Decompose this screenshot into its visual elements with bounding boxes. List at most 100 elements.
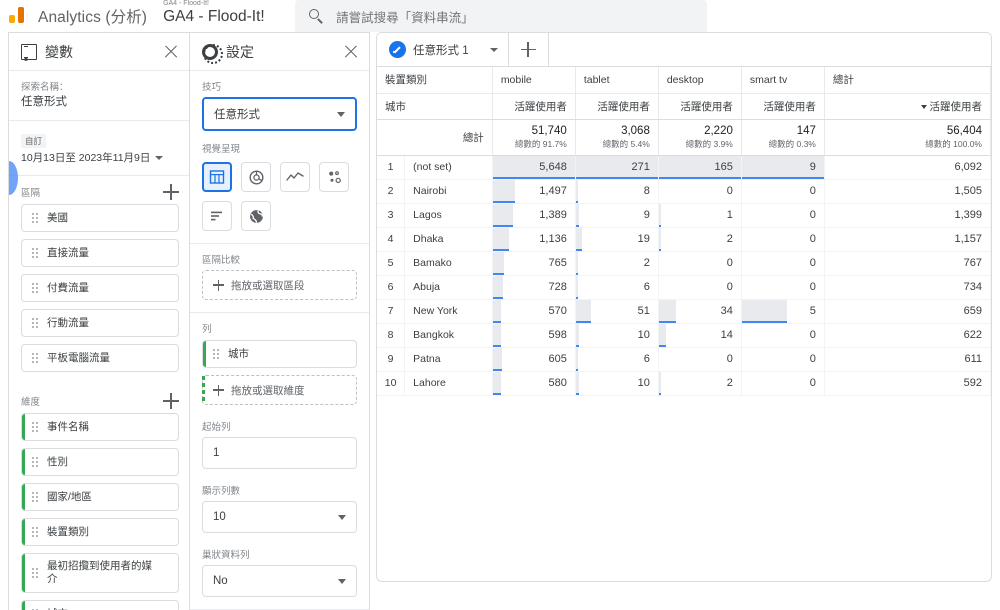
add-icon xyxy=(213,384,224,396)
date-range-section[interactable]: 自訂 10月13日至 2023年11月9日 xyxy=(9,121,189,176)
cell-bar-background xyxy=(492,371,502,393)
drag-handle-icon[interactable] xyxy=(32,212,39,224)
dimension-item[interactable]: 事件名稱 xyxy=(21,413,179,441)
start-row-input[interactable]: 1 xyxy=(202,437,357,469)
rows-dimension-item[interactable]: 城市 xyxy=(202,340,357,368)
segment-item-label: 行動流量 xyxy=(47,316,89,329)
dimension-item[interactable]: 國家/地區 xyxy=(21,483,179,511)
cell-bar-background xyxy=(575,299,592,321)
rows-dropzone[interactable]: 拖放或選取維度 xyxy=(202,375,357,405)
dimension-item[interactable]: 最初招攬到使用者的媒介 xyxy=(21,553,179,593)
cell-total: 1,157 xyxy=(824,227,991,252)
date-range-picker[interactable]: 10月13日至 2023年11月9日 xyxy=(21,150,177,165)
drag-handle-icon[interactable] xyxy=(213,348,220,360)
table-row[interactable]: 5 Bamako 765 2 0 0 767 xyxy=(377,251,991,276)
show-rows-select[interactable]: 10 xyxy=(202,501,357,533)
row-city[interactable]: Lahore xyxy=(404,371,493,396)
metric-header-mobile[interactable]: 活躍使用者 xyxy=(492,93,576,120)
chevron-down-icon[interactable] xyxy=(489,47,498,52)
table-row[interactable]: 4 Dhaka 1,136 19 2 0 1,157 xyxy=(377,227,991,252)
geo-map-viz-icon[interactable] xyxy=(241,201,271,231)
column-header-total[interactable]: 總計 xyxy=(824,67,991,94)
table-row[interactable]: 10 Lahore 580 10 2 0 592 xyxy=(377,371,991,396)
cell-total: 734 xyxy=(824,275,991,300)
table-row[interactable]: 2 Nairobi 1,497 8 0 0 1,505 xyxy=(377,179,991,204)
cell-tablet: 19 xyxy=(575,227,659,252)
visualization-label: 視覺呈現 xyxy=(202,144,241,155)
column-header-smart-tv[interactable]: smart tv xyxy=(741,67,825,94)
table-row[interactable]: 7 New York 570 51 34 5 659 xyxy=(377,299,991,324)
add-dimension-icon[interactable] xyxy=(163,393,179,409)
search-placeholder: 請嘗試搜尋「資料串流」 xyxy=(336,10,474,25)
cell-bar-underline xyxy=(658,344,666,347)
add-segment-icon[interactable] xyxy=(163,184,179,200)
cell-value: 611 xyxy=(964,353,982,365)
nested-rows-select[interactable]: No xyxy=(202,565,357,597)
segment-item[interactable]: 平板電腦流量 xyxy=(21,344,179,372)
column-header-tablet[interactable]: tablet xyxy=(575,67,659,94)
column-header-desktop[interactable]: desktop xyxy=(658,67,742,94)
cell-desktop: 2 xyxy=(658,227,742,252)
column-header-mobile[interactable]: mobile xyxy=(492,67,576,94)
add-tab-icon[interactable] xyxy=(509,33,549,66)
cell-bar-underline xyxy=(658,320,676,323)
drag-handle-icon[interactable] xyxy=(32,567,39,579)
drag-handle-icon[interactable] xyxy=(32,491,39,503)
cell-value: 271 xyxy=(631,161,650,173)
row-city[interactable]: Patna xyxy=(404,347,493,372)
metric-header-desktop[interactable]: 活躍使用者 xyxy=(658,93,742,120)
drag-handle-icon[interactable] xyxy=(32,526,39,538)
drag-handle-icon[interactable] xyxy=(32,247,39,259)
row-city[interactable]: New York xyxy=(404,299,493,324)
drag-handle-icon[interactable] xyxy=(32,282,39,294)
drag-handle-icon[interactable] xyxy=(32,456,39,468)
table-row[interactable]: 9 Patna 605 6 0 0 611 xyxy=(377,347,991,372)
dimension-item-label: 性別 xyxy=(47,455,68,468)
segment-item[interactable]: 行動流量 xyxy=(21,309,179,337)
dimension-item[interactable]: 城市 xyxy=(21,600,179,610)
drag-handle-icon[interactable] xyxy=(32,317,39,329)
cell-value: 6 xyxy=(643,353,650,365)
line-chart-viz-icon[interactable] xyxy=(280,162,310,192)
segment-item[interactable]: 美國 xyxy=(21,204,179,232)
cell-tablet: 6 xyxy=(575,275,659,300)
donut-chart-viz-icon[interactable] xyxy=(241,162,271,192)
free-form-tab-icon xyxy=(389,41,406,58)
close-icon[interactable] xyxy=(343,44,359,60)
cell-value: 0 xyxy=(809,377,816,389)
row-city[interactable]: Abuja xyxy=(404,275,493,300)
drag-handle-icon[interactable] xyxy=(32,421,39,433)
tab-free-form-1[interactable]: 任意形式 1 xyxy=(377,33,509,66)
cell-tablet: 2 xyxy=(575,251,659,276)
metric-header-smart-tv[interactable]: 活躍使用者 xyxy=(741,93,825,120)
close-icon[interactable] xyxy=(163,44,179,60)
table-viz-icon[interactable] xyxy=(202,162,232,192)
dimension-item[interactable]: 裝置類別 xyxy=(21,518,179,546)
cell-bar-background xyxy=(492,203,513,225)
metric-header-total-sorted[interactable]: 活躍使用者 xyxy=(824,93,991,120)
drag-handle-icon[interactable] xyxy=(32,352,39,364)
row-city[interactable]: Lagos xyxy=(404,203,493,228)
bar-chart-viz-icon[interactable] xyxy=(202,201,232,231)
table-row[interactable]: 8 Bangkok 598 10 14 0 622 xyxy=(377,323,991,348)
segment-comparison-dropzone[interactable]: 拖放或選取區段 xyxy=(202,270,357,300)
exploration-name-section[interactable]: 探索名稱： 任意形式 xyxy=(9,71,189,121)
search-input[interactable]: 請嘗試搜尋「資料串流」 xyxy=(295,0,708,32)
property-selector[interactable]: GA4 - Flood-It! GA4 - Flood-It! xyxy=(163,0,283,32)
table-row[interactable]: 1 (not set) 5,648 271 165 9 6,092 xyxy=(377,155,991,180)
row-city[interactable]: Bamako xyxy=(404,251,493,276)
cell-value: 5 xyxy=(809,305,816,317)
metric-header-tablet[interactable]: 活躍使用者 xyxy=(575,93,659,120)
row-city[interactable]: Dhaka xyxy=(404,227,493,252)
dimension-item[interactable]: 性別 xyxy=(21,448,179,476)
table-row[interactable]: 6 Abuja 728 6 0 0 734 xyxy=(377,275,991,300)
scatter-plot-viz-icon[interactable] xyxy=(319,162,349,192)
segment-item[interactable]: 付費流量 xyxy=(21,274,179,302)
table-row[interactable]: 3 Lagos 1,389 9 1 0 1,399 xyxy=(377,203,991,228)
row-city[interactable]: Bangkok xyxy=(404,323,493,348)
row-city[interactable]: (not set) xyxy=(404,155,493,180)
cell-bar-background xyxy=(492,323,502,345)
technique-select[interactable]: 任意形式 xyxy=(202,97,357,131)
segment-item[interactable]: 直接流量 xyxy=(21,239,179,267)
row-city[interactable]: Nairobi xyxy=(404,179,493,204)
